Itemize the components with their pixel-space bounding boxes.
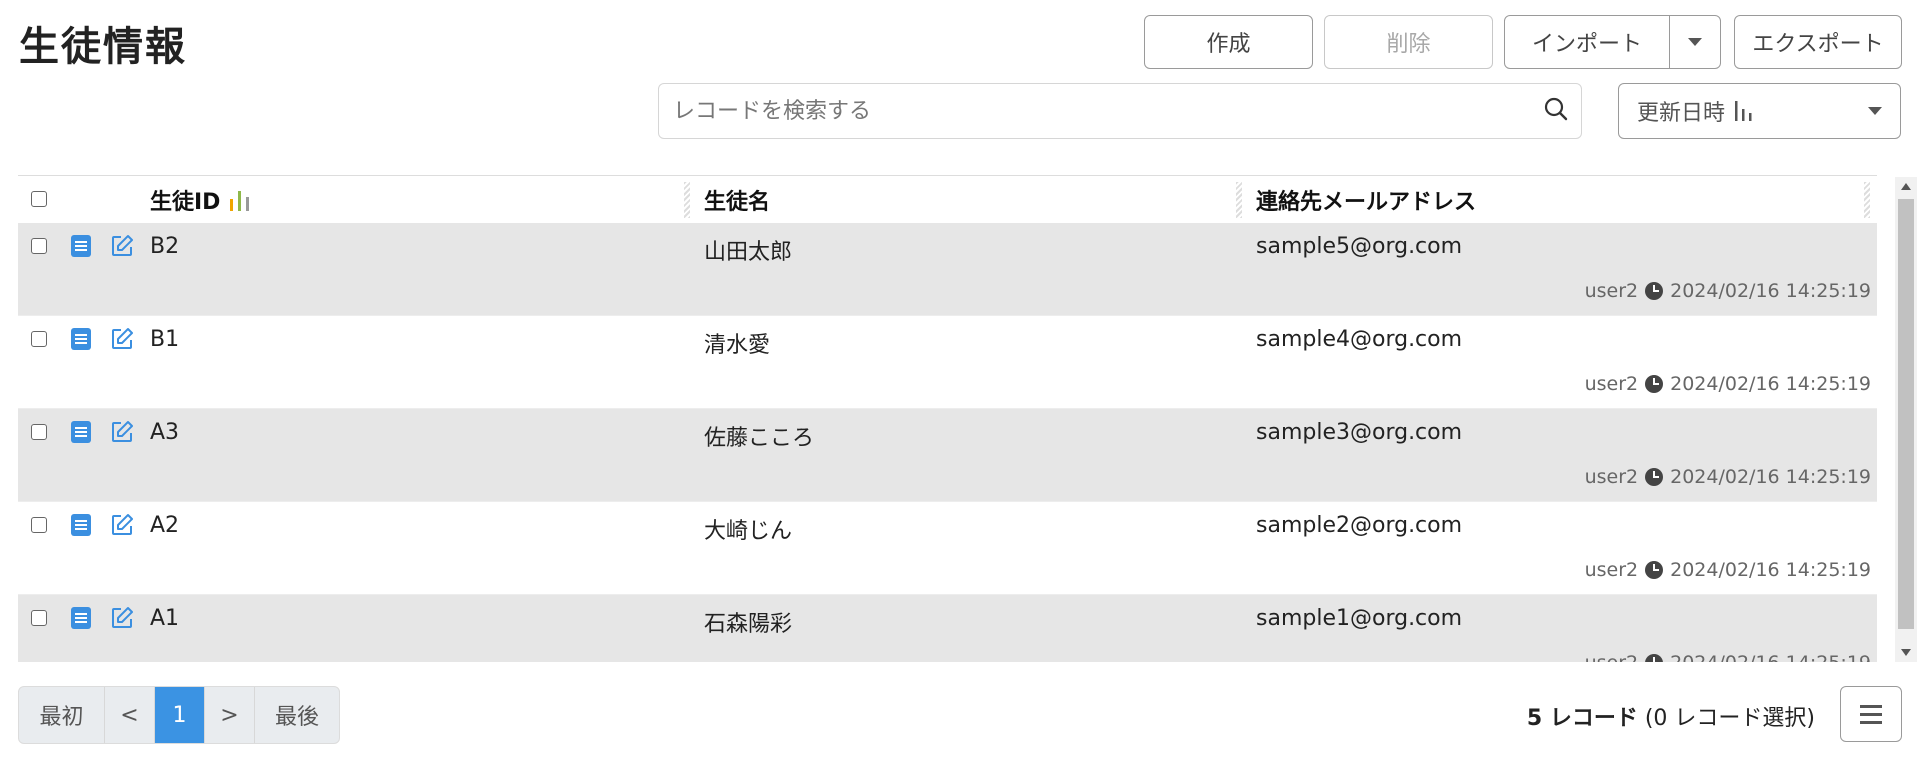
- email-cell: sample5@org.com: [1256, 234, 1463, 259]
- delete-button[interactable]: 削除: [1324, 15, 1493, 69]
- column-header-student-name[interactable]: 生徒名: [704, 176, 770, 223]
- prev-page-button[interactable]: <: [105, 687, 155, 743]
- last-page-button[interactable]: 最後: [255, 687, 339, 743]
- student-id-cell: B2: [150, 234, 180, 259]
- column-resizer[interactable]: [684, 182, 690, 218]
- sort-indicator-icon: [230, 190, 250, 211]
- student-id-cell: A3: [150, 420, 180, 445]
- records-table: 生徒ID 生徒名 連絡先メールアドレス B2 山田太郎 sample5@org.…: [18, 175, 1877, 662]
- record-meta: user2 2024/02/16 14:25:19: [1585, 373, 1871, 395]
- table-row[interactable]: B2 山田太郎 sample5@org.com user2 2024/02/16…: [18, 223, 1877, 316]
- view-record-icon[interactable]: [71, 328, 91, 350]
- chevron-down-icon: [1688, 38, 1702, 46]
- record-meta: user2 2024/02/16 14:25:19: [1585, 652, 1871, 662]
- record-count: 5 レコード (0 レコード選択): [1527, 700, 1815, 732]
- updated-by: user2: [1585, 652, 1639, 662]
- table-body: B2 山田太郎 sample5@org.com user2 2024/02/16…: [18, 223, 1877, 662]
- table-row[interactable]: A1 石森陽彩 sample1@org.com user2 2024/02/16…: [18, 595, 1877, 662]
- scroll-up-arrow-icon[interactable]: [1901, 183, 1911, 190]
- sort-select-value: 更新日時: [1637, 101, 1726, 126]
- student-name-cell: 大崎じん: [704, 519, 793, 544]
- table-row[interactable]: A2 大崎じん sample2@org.com user2 2024/02/16…: [18, 502, 1877, 595]
- scrollbar-thumb[interactable]: [1898, 199, 1914, 629]
- view-record-icon[interactable]: [71, 235, 91, 257]
- create-button[interactable]: 作成: [1144, 15, 1313, 69]
- email-cell: sample3@org.com: [1256, 420, 1463, 445]
- student-name-cell: 石森陽彩: [704, 612, 793, 637]
- clock-icon: [1645, 375, 1664, 393]
- row-checkbox[interactable]: [31, 238, 47, 254]
- record-selected: (0 レコード選択): [1644, 706, 1815, 731]
- page-title: 生徒情報: [19, 24, 187, 70]
- updated-by: user2: [1584, 280, 1639, 302]
- row-checkbox[interactable]: [31, 424, 47, 440]
- clock-icon: [1645, 654, 1664, 662]
- edit-record-icon[interactable]: [110, 606, 134, 630]
- view-record-icon[interactable]: [71, 421, 91, 443]
- record-meta: user2 2024/02/16 14:25:19: [1585, 559, 1871, 581]
- vertical-scrollbar[interactable]: [1895, 177, 1917, 662]
- row-checkbox[interactable]: [31, 610, 47, 626]
- table-row[interactable]: A3 佐藤こころ sample3@org.com user2 2024/02/1…: [18, 409, 1877, 502]
- sort-select[interactable]: 更新日時: [1618, 83, 1901, 139]
- export-button[interactable]: エクスポート: [1734, 15, 1902, 69]
- row-checkbox[interactable]: [31, 331, 47, 347]
- page-1-button[interactable]: 1: [155, 687, 205, 743]
- scroll-down-arrow-icon[interactable]: [1901, 649, 1911, 656]
- column-resizer[interactable]: [1864, 182, 1870, 218]
- view-record-icon[interactable]: [71, 607, 91, 629]
- student-name-cell: 佐藤こころ: [704, 426, 815, 451]
- table-header: 生徒ID 生徒名 連絡先メールアドレス: [18, 176, 1877, 223]
- table-row[interactable]: B1 清水愛 sample4@org.com user2 2024/02/16 …: [18, 316, 1877, 409]
- clock-icon: [1645, 468, 1664, 486]
- search-input[interactable]: [671, 97, 1543, 125]
- clock-icon: [1645, 561, 1664, 579]
- student-id-cell: A2: [150, 513, 180, 538]
- student-id-cell: B1: [150, 327, 180, 352]
- column-header-student-id[interactable]: 生徒ID: [150, 176, 254, 223]
- clock-icon: [1645, 282, 1664, 300]
- email-cell: sample2@org.com: [1256, 513, 1463, 538]
- import-dropdown-toggle[interactable]: [1670, 16, 1720, 68]
- edit-record-icon[interactable]: [110, 513, 134, 537]
- pagination: 最初 < 1 > 最後: [18, 686, 340, 744]
- email-cell: sample4@org.com: [1256, 327, 1463, 352]
- chevron-down-icon: [1868, 107, 1882, 115]
- column-resizer[interactable]: [1236, 182, 1242, 218]
- edit-record-icon[interactable]: [110, 420, 134, 444]
- edit-record-icon[interactable]: [110, 234, 134, 258]
- updated-at: 2024/02/16 14:25:19: [1670, 559, 1871, 581]
- updated-at: 2024/02/16 14:25:19: [1670, 373, 1871, 395]
- record-meta: user2 2024/02/16 14:25:19: [1585, 280, 1871, 302]
- edit-record-icon[interactable]: [110, 327, 134, 351]
- first-page-button[interactable]: 最初: [19, 687, 105, 743]
- updated-by: user2: [1584, 559, 1639, 581]
- student-name-cell: 山田太郎: [704, 240, 793, 265]
- updated-at: 2024/02/16 14:25:19: [1670, 652, 1871, 662]
- sort-bars-icon: [1735, 101, 1752, 121]
- column-header-email[interactable]: 連絡先メールアドレス: [1256, 176, 1476, 223]
- view-record-icon[interactable]: [71, 514, 91, 536]
- select-all-checkbox[interactable]: [31, 191, 47, 207]
- import-button[interactable]: インポート: [1505, 16, 1670, 68]
- search-box: [658, 83, 1582, 139]
- row-checkbox[interactable]: [31, 517, 47, 533]
- updated-by: user2: [1584, 373, 1639, 395]
- search-icon[interactable]: [1543, 96, 1569, 126]
- updated-by: user2: [1584, 466, 1639, 488]
- email-cell: sample1@org.com: [1256, 606, 1463, 631]
- student-id-cell: A1: [150, 606, 180, 631]
- updated-at: 2024/02/16 14:25:19: [1670, 466, 1871, 488]
- next-page-button[interactable]: >: [205, 687, 255, 743]
- import-button-group: インポート: [1504, 15, 1721, 69]
- updated-at: 2024/02/16 14:25:19: [1670, 280, 1871, 302]
- hamburger-icon: [1860, 704, 1882, 708]
- record-meta: user2 2024/02/16 14:25:19: [1585, 466, 1871, 488]
- menu-button[interactable]: [1840, 686, 1902, 742]
- record-total: 5 レコード: [1526, 706, 1638, 731]
- student-name-cell: 清水愛: [704, 333, 771, 358]
